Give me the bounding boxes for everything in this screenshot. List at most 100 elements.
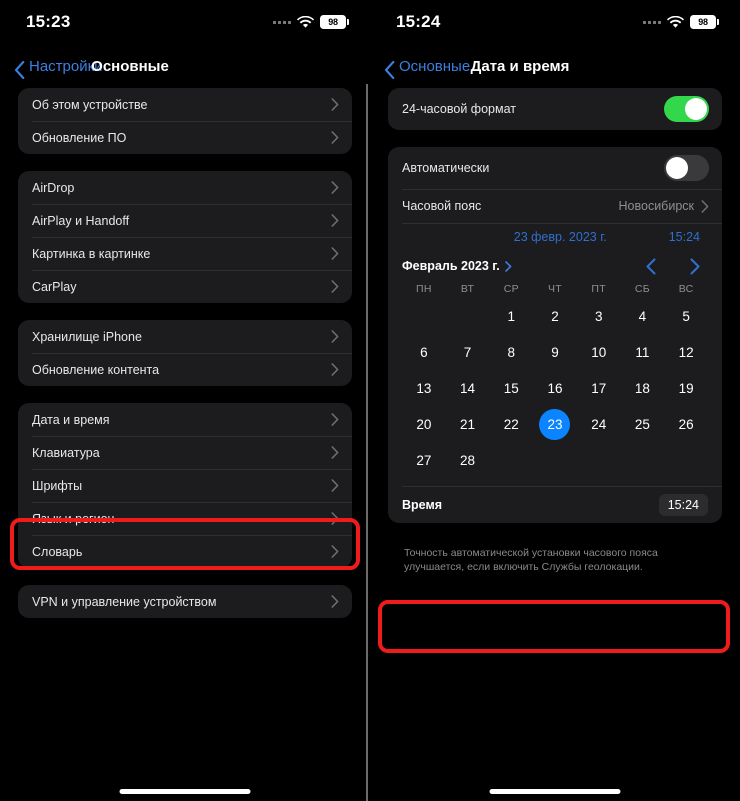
nav-bar: Настройки Основные [0,44,370,88]
calendar-day[interactable]: 17 [577,370,621,406]
calendar-day[interactable]: 24 [577,406,621,442]
status-bar: 15:24 98 [370,0,740,44]
home-indicator [119,789,251,794]
calendar-month-button[interactable]: Февраль 2023 г. [402,259,512,273]
calendar-day[interactable]: 16 [533,370,577,406]
calendar-day[interactable]: 2 [533,298,577,334]
calendar-day[interactable]: 28 [446,442,490,478]
calendar-day[interactable]: 8 [489,334,533,370]
calendar-day[interactable]: 21 [446,406,490,442]
date-time-summary: 23 февр. 2023 г. 15:24 [388,223,722,250]
24-hour-format-toggle[interactable] [664,96,709,122]
calendar-day[interactable]: 15 [489,370,533,406]
settings-group-storage: Хранилище iPhone Обновление контента [18,320,352,386]
row-automatic[interactable]: Автоматически [388,147,722,189]
selected-time-button[interactable]: 15:24 [669,230,700,244]
sidebar-item-airdrop[interactable]: AirDrop [18,171,352,204]
sidebar-item-fonts[interactable]: Шрифты [18,469,352,502]
status-bar: 15:23 98 [0,0,370,44]
chevron-right-icon[interactable] [689,257,702,275]
calendar-day-empty [577,442,621,478]
calendar-week-row: 6 7 8 9 10 11 12 [402,334,708,370]
row-label: CarPlay [32,279,77,294]
chevron-right-icon [504,260,512,272]
row-label: 24-часовой формат [402,102,516,116]
row-label: Шрифты [32,478,83,493]
row-label: AirPlay и Handoff [32,213,130,228]
settings-group-device: Об этом устройстве Обновление ПО [18,88,352,154]
sidebar-item-vpn-device-management[interactable]: VPN и управление устройством [18,585,352,618]
chevron-right-icon [331,98,339,111]
chevron-right-icon [331,413,339,426]
sidebar-item-language-region[interactable]: Язык и регион [18,502,352,535]
row-timezone[interactable]: Часовой пояс Новосибирск [388,189,722,223]
time-value-field[interactable]: 15:24 [658,493,708,516]
calendar-week-row: 13 14 15 16 17 18 19 [402,370,708,406]
calendar-day[interactable]: 18 [621,370,665,406]
back-button[interactable]: Основные [384,58,470,79]
calendar-day[interactable]: 1 [489,298,533,334]
row-label: Обновление ПО [32,130,127,145]
calendar-weekday: ПН [415,283,432,295]
calendar-grid: 1 2 3 4 5 6 7 8 9 10 11 12 13 14 15 16 17 18 19 20 21 22 23 24 2… [402,298,708,478]
sidebar-item-software-update[interactable]: Обновление ПО [18,121,352,154]
sidebar-item-keyboard[interactable]: Клавиатура [18,436,352,469]
date-time-settings: 24-часовой формат Автоматически Часовой … [370,88,740,574]
chevron-right-icon [331,330,339,343]
calendar-day[interactable]: 20 [402,406,446,442]
calendar-day[interactable]: 14 [446,370,490,406]
settings-group-localization: Дата и время Клавиатура Шрифты Язык и ре… [18,403,352,568]
calendar-day[interactable]: 7 [446,334,490,370]
row-time[interactable]: Время 15:24 [388,486,722,523]
row-24-hour-format[interactable]: 24-часовой формат [388,88,722,130]
row-label: Словарь [32,544,83,559]
sidebar-item-about[interactable]: Об этом устройстве [18,88,352,121]
calendar-day-empty [489,442,533,478]
calendar-day[interactable]: 22 [489,406,533,442]
calendar-day[interactable]: 26 [664,406,708,442]
calendar-day[interactable]: 27 [402,442,446,478]
sidebar-item-dictionary[interactable]: Словарь [18,535,352,568]
calendar-day-empty [402,298,446,334]
status-bar-indicators: 98 [643,15,719,29]
calendar-day[interactable]: 19 [664,370,708,406]
chevron-left-icon[interactable] [644,257,657,275]
automatic-toggle[interactable] [664,155,709,181]
sidebar-item-date-and-time[interactable]: Дата и время [18,403,352,436]
calendar-day[interactable]: 12 [664,334,708,370]
calendar-day-empty [446,298,490,334]
sidebar-item-carplay[interactable]: CarPlay [18,270,352,303]
chevron-right-icon [331,545,339,558]
settings-group-connectivity: AirDrop AirPlay и Handoff Картинка в кар… [18,171,352,303]
calendar-day[interactable]: 11 [621,334,665,370]
sidebar-item-picture-in-picture[interactable]: Картинка в картинке [18,237,352,270]
calendar-weekday: ЧТ [547,283,562,295]
calendar-day[interactable]: 10 [577,334,621,370]
selected-date-button[interactable]: 23 февр. 2023 г. [514,230,607,244]
sidebar-item-iphone-storage[interactable]: Хранилище iPhone [18,320,352,353]
calendar-day[interactable]: 13 [402,370,446,406]
back-button-label: Настройки [29,57,103,75]
calendar-week-row: 27 28 [402,442,708,478]
calendar-day[interactable]: 25 [621,406,665,442]
calendar-day[interactable]: 9 [533,334,577,370]
calendar-day[interactable]: 6 [402,334,446,370]
left-phone-screen: 15:23 98 Настройки Основные Об этом устр… [0,0,370,801]
signal-dots-icon [643,20,661,24]
calendar-day[interactable]: 3 [577,298,621,334]
calendar-day[interactable]: 4 [621,298,665,334]
calendar-day[interactable]: 23 [533,406,577,442]
chevron-right-icon [331,595,339,608]
sidebar-item-airplay-handoff[interactable]: AirPlay и Handoff [18,204,352,237]
chevron-right-icon [331,131,339,144]
calendar-weekday: ВТ [460,283,475,295]
calendar-day[interactable]: 5 [664,298,708,334]
chevron-right-icon [331,247,339,260]
back-button[interactable]: Настройки [14,57,103,79]
nav-bar: Основные Дата и время [370,44,740,88]
calendar-weekday: ПТ [591,283,606,295]
calendar-day-selected[interactable]: 23 [539,408,571,440]
sidebar-item-background-refresh[interactable]: Обновление контента [18,353,352,386]
calendar-weekday: СР [503,283,519,295]
row-label: Язык и регион [32,511,115,526]
